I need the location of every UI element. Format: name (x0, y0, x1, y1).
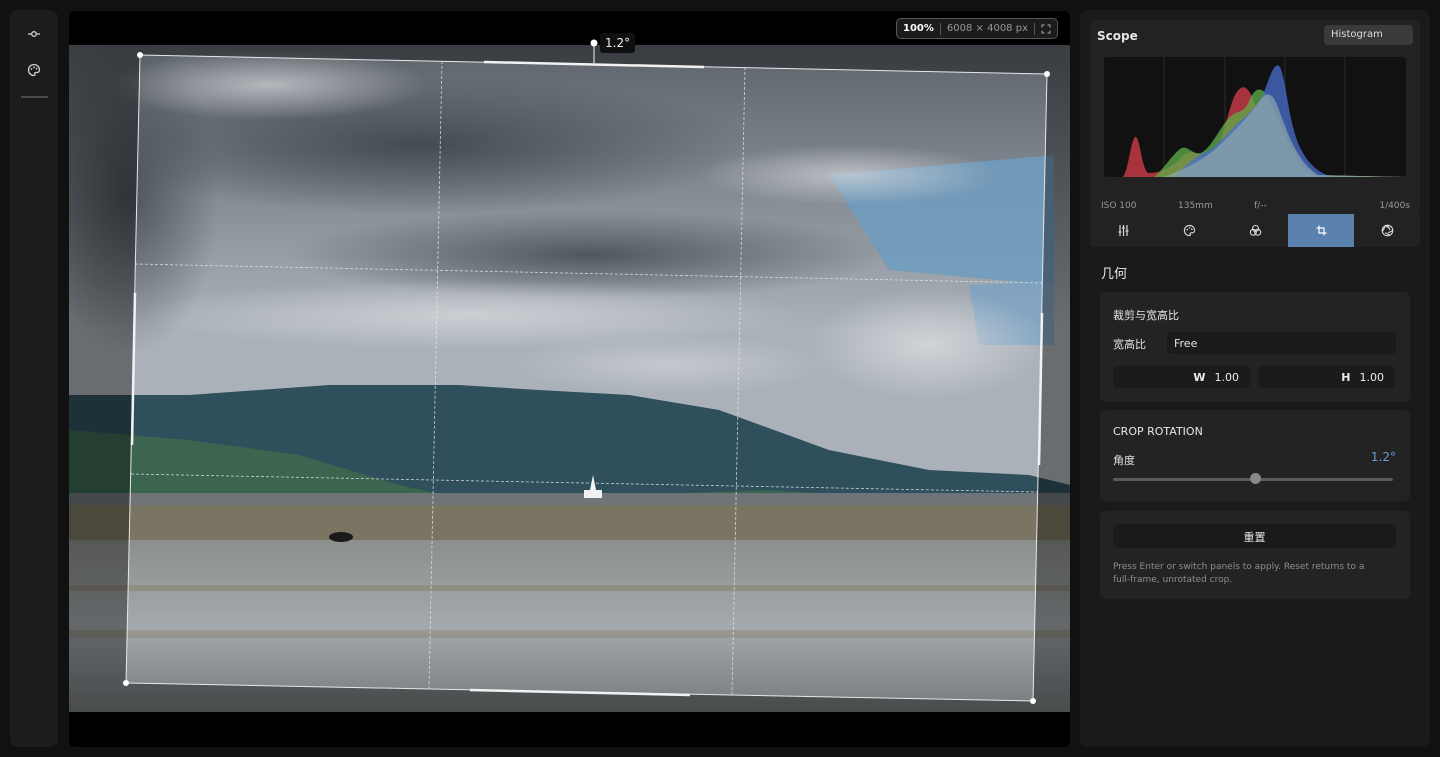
width-label: W (1193, 371, 1206, 384)
scope-title: Scope (1097, 29, 1138, 43)
section-title: 几何 (1101, 267, 1128, 282)
aspect-label: 宽高比 (1113, 338, 1146, 351)
exif-shutter: 1/400s (1379, 201, 1410, 211)
width-value: 1.00 (1214, 371, 1240, 384)
tab-effects[interactable] (1354, 214, 1420, 247)
rotation-angle-tag: 1.2° (600, 33, 636, 53)
height-value: 1.00 (1359, 371, 1385, 384)
image-canvas[interactable]: 1.2° 100% 6008 × 4008 px (69, 11, 1070, 747)
rail-divider (21, 96, 48, 98)
crop-icon (1316, 225, 1327, 236)
zoom-level[interactable]: 100% (903, 23, 934, 34)
angle-value: 1.2° (1370, 450, 1396, 464)
tab-adjust[interactable] (1090, 214, 1156, 247)
aspect-select[interactable]: Free (1167, 332, 1396, 354)
exif-iso: ISO 100 (1101, 201, 1137, 211)
commit-icon[interactable] (22, 22, 46, 46)
height-label: H (1341, 371, 1351, 384)
fullscreen-icon[interactable] (1041, 24, 1051, 34)
sliders-icon (1117, 224, 1130, 237)
crop-rotation-card: CROP ROTATION 角度 1.2° (1100, 410, 1410, 501)
tab-crop[interactable] (1288, 214, 1354, 247)
color-circles-icon (1249, 224, 1262, 237)
tab-color-mix[interactable] (1222, 214, 1288, 247)
width-field[interactable]: W 1.00 (1113, 366, 1250, 388)
exif-aperture: f/-- (1254, 201, 1267, 211)
exif-focal: 135mm (1178, 201, 1213, 211)
card-title: CROP ROTATION (1113, 425, 1203, 438)
reset-button[interactable]: 重置 (1113, 524, 1396, 548)
angle-label: 角度 (1113, 454, 1135, 467)
card-title: 裁剪与宽高比 (1113, 309, 1179, 322)
aperture-icon (1381, 224, 1394, 237)
divider (1034, 22, 1035, 35)
crop-aspect-card: 裁剪与宽高比 宽高比 Free W 1.00 H 1.00 (1100, 292, 1410, 402)
image-size: 6008 × 4008 px (946, 23, 1028, 34)
photo[interactable] (69, 45, 1070, 712)
left-rail (10, 10, 58, 747)
angle-slider-knob[interactable] (1250, 473, 1262, 484)
height-field[interactable]: H 1.00 (1258, 366, 1395, 388)
palette-icon (1183, 224, 1196, 237)
tab-color[interactable] (1156, 214, 1222, 247)
reset-card: 重置 Press Enter or switch panels to apply… (1100, 511, 1410, 599)
scope-card: Scope Histogram ISO 100 135mm f/-- 1/400… (1090, 20, 1420, 216)
tool-tabs (1090, 214, 1420, 247)
rotation-handle[interactable] (588, 37, 600, 49)
zoom-pill: 100% 6008 × 4008 px (896, 18, 1058, 39)
right-panel: Scope Histogram ISO 100 135mm f/-- 1/400… (1080, 10, 1430, 747)
palette-icon[interactable] (22, 58, 46, 82)
histogram (1104, 57, 1406, 177)
scope-mode-select[interactable]: Histogram (1324, 25, 1413, 45)
reset-hint: Press Enter or switch panels to apply. R… (1113, 562, 1365, 585)
divider (939, 22, 941, 35)
